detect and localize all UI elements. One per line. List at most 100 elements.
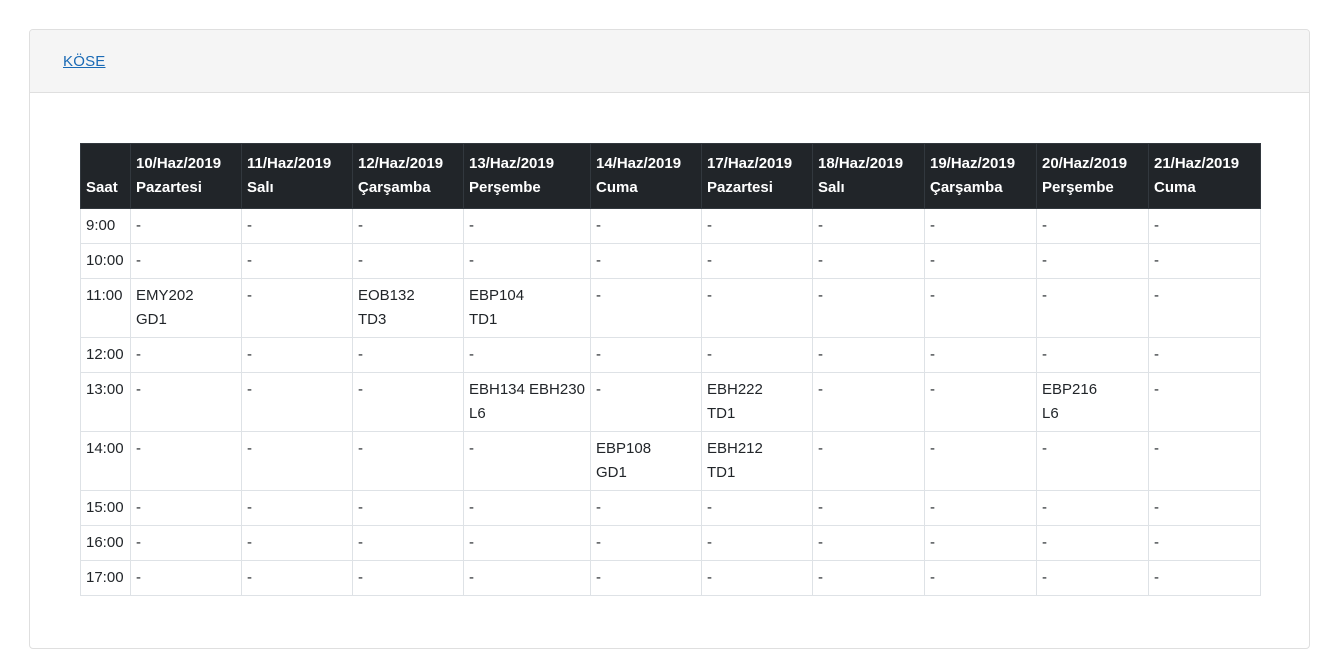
schedule-cell: EBH134 EBH230 L6 [463,372,591,432]
table-header-row: Saat 10/Haz/2019 Pazartesi 11/Haz/2019 Salı… [80,143,1261,209]
column-date: 21/Haz/2019 [1154,155,1240,172]
schedule-cell: - [701,490,813,526]
course-code: - [1042,499,1047,516]
column-weekday: Çarşamba [358,179,431,196]
table-row: 12:00- - - - - - - - - - [80,337,1261,373]
schedule-cell: - [924,278,1037,338]
course-code: - [707,252,712,269]
column-date: 20/Haz/2019 [1042,155,1128,172]
course-code: - [707,569,712,586]
schedule-cell: - [463,525,591,561]
course-code: - [818,287,823,304]
time-cell: 16:00 [80,525,131,561]
course-code: EBH222 [707,381,763,398]
classroom: L6 [469,405,486,422]
time-cell: 15:00 [80,490,131,526]
column-weekday: Salı [247,179,274,196]
course-code: - [596,217,601,234]
column-date: 17/Haz/2019 [707,155,793,172]
course-code: - [358,534,363,551]
course-code: EBP108 [596,440,652,457]
course-code: - [1154,499,1159,516]
course-code: - [247,569,252,586]
schedule-cell: - [924,337,1037,373]
column-weekday: Pazartesi [707,179,773,196]
column-date: 11/Haz/2019 [247,155,332,172]
course-code: - [818,569,823,586]
course-code: - [358,440,363,457]
schedule-cell: - [590,372,702,432]
schedule-cell: - [1148,525,1261,561]
course-code: EBP104 [469,287,525,304]
course-code: EOB132 [358,287,415,304]
date-column-header: 13/Haz/2019 Perşembe [463,143,591,209]
schedule-cell: - [701,560,813,596]
course-code: - [1154,287,1159,304]
course-code: - [469,346,474,363]
schedule-cell: - [1036,490,1149,526]
time-cell: 11:00 [80,278,131,338]
schedule-cell: - [241,525,353,561]
schedule-cell: - [1036,525,1149,561]
course-code: - [358,569,363,586]
course-code: - [1154,381,1159,398]
schedule-cell: - [130,431,242,491]
course-code: - [1154,440,1159,457]
schedule-cell: - [701,278,813,338]
schedule-cell: - [241,372,353,432]
course-code: - [358,381,363,398]
schedule-cell: EOB132 TD3 [352,278,464,338]
course-code: - [596,499,601,516]
column-date: 14/Haz/2019 [596,155,682,172]
schedule-cell: EMY202 GD1 [130,278,242,338]
course-code: - [707,217,712,234]
schedule-cell: - [352,560,464,596]
course-code: - [930,346,935,363]
time-cell: 14:00 [80,431,131,491]
schedule-cell: - [463,208,591,244]
schedule-cell: - [924,560,1037,596]
course-code: - [247,381,252,398]
schedule-cell: - [130,525,242,561]
course-code: - [1154,252,1159,269]
course-code: - [930,440,935,457]
course-code: - [469,569,474,586]
course-code: - [818,217,823,234]
date-column-header: 21/Haz/2019 Cuma [1148,143,1261,209]
classroom: GD1 [136,311,167,328]
date-column-header: 12/Haz/2019 Çarşamba [352,143,464,209]
schedule-cell: - [924,372,1037,432]
instructor-link[interactable]: KÖSE [63,53,105,70]
course-code: - [818,381,823,398]
column-date: 10/Haz/2019 [136,155,222,172]
date-column-header: 19/Haz/2019 Çarşamba [924,143,1037,209]
schedule-cell: - [701,525,813,561]
schedule-cell: - [1148,337,1261,373]
schedule-cell: - [1036,278,1149,338]
course-code: - [1042,252,1047,269]
schedule-cell: - [1036,431,1149,491]
course-code: - [136,569,141,586]
course-code: - [136,346,141,363]
table-row: 9:00- - - - - - - - - - [80,208,1261,244]
course-code: - [469,252,474,269]
course-code: - [818,440,823,457]
schedule-cell: - [241,278,353,338]
column-date: 12/Haz/2019 [358,155,444,172]
course-code: - [707,287,712,304]
column-date: 19/Haz/2019 [930,155,1016,172]
column-weekday: Salı [818,179,845,196]
schedule-cell: - [590,278,702,338]
time-cell: 17:00 [80,560,131,596]
schedule-cell: - [463,243,591,279]
course-code: - [358,346,363,363]
course-code: - [930,534,935,551]
course-code: - [707,499,712,516]
course-code: - [1042,217,1047,234]
schedule-cell: - [1148,560,1261,596]
table-row: 17:00- - - - - - - - - - [80,560,1261,596]
schedule-cell: - [812,208,925,244]
course-code: - [1154,534,1159,551]
schedule-cell: - [1148,278,1261,338]
table-row: 13:00- - - EBH134 EBH230 L6- EBH222 TD1- - EBP21… [80,372,1261,432]
